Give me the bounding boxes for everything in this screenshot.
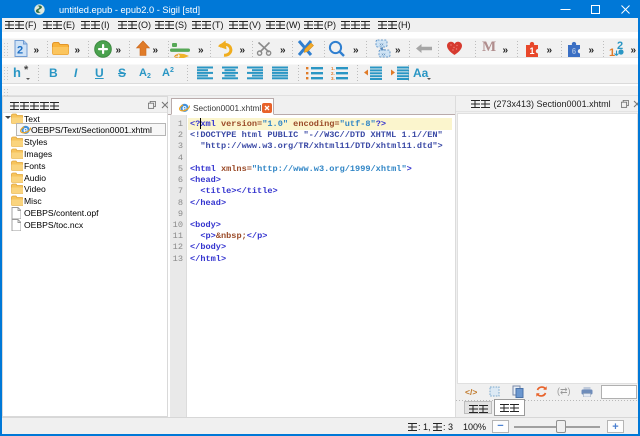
svg-text:1: 1 xyxy=(529,46,534,56)
svg-text:3.: 3. xyxy=(331,76,335,80)
svg-text:6: 6 xyxy=(572,47,577,56)
svg-text:xx: xx xyxy=(380,41,384,46)
svg-text:xx: xx xyxy=(382,51,386,56)
svg-text:1: 1 xyxy=(609,47,615,58)
svg-text:2: 2 xyxy=(17,44,23,56)
